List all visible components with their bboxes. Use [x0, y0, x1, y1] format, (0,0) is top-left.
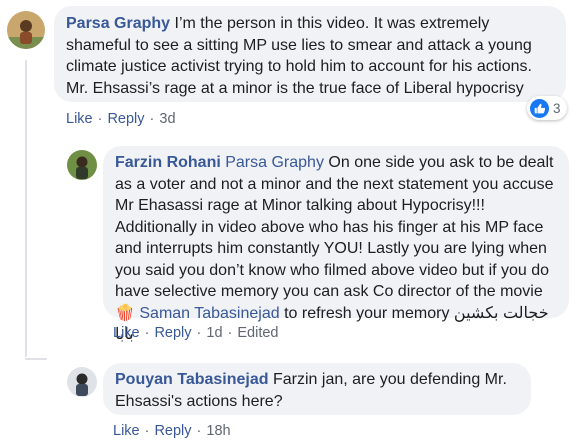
comment-actions: Like · Reply · 18h	[113, 423, 231, 439]
comment-bubble: Parsa Graphy I’m the person in this vide…	[54, 6, 566, 102]
mention-link[interactable]: Saman Tabasinejad	[139, 305, 279, 322]
thread-line-branch	[25, 358, 47, 360]
reply-button[interactable]: Reply	[154, 423, 191, 439]
comment-bubble: Pouyan Tabasinejad Farzin jan, are you d…	[103, 363, 531, 415]
avatar-image	[67, 367, 97, 397]
thumbs-up-icon	[530, 98, 549, 118]
comment-actions: Like · Reply · 1d · Edited	[113, 325, 279, 341]
comment-bubble: Farzin Rohani Parsa Graphy On one side y…	[103, 146, 569, 343]
avatar[interactable]	[67, 367, 97, 397]
avatar-image	[7, 11, 45, 49]
reply-button[interactable]: Reply	[107, 111, 144, 127]
reaction-count: 3	[553, 100, 561, 116]
like-button[interactable]: Like	[113, 423, 140, 439]
comment-actions: Like · Reply · 3d	[66, 111, 176, 127]
avatar[interactable]	[67, 150, 97, 180]
comment-author[interactable]: Pouyan Tabasinejad	[115, 371, 269, 388]
edited-label[interactable]: Edited	[237, 325, 278, 341]
popcorn-emoji: 🍿	[115, 304, 135, 322]
comment-timestamp[interactable]: 3d	[159, 111, 175, 127]
like-button[interactable]: Like	[66, 111, 93, 127]
comment-text-continued: to refresh your memory	[284, 304, 450, 322]
comment-text: On one side you ask to be dealt as a vot…	[115, 154, 554, 300]
avatar-image	[67, 150, 97, 180]
mention-link[interactable]: Parsa Graphy	[225, 154, 324, 171]
thread-line	[25, 60, 27, 357]
reply-button[interactable]: Reply	[154, 325, 191, 341]
comment-timestamp[interactable]: 1d	[206, 325, 222, 341]
avatar[interactable]	[7, 11, 45, 49]
like-button[interactable]: Like	[113, 325, 140, 341]
reaction-count-badge[interactable]: 3	[527, 96, 567, 120]
comment-author[interactable]: Parsa Graphy	[66, 15, 170, 32]
comment-author[interactable]: Farzin Rohani	[115, 154, 221, 171]
comment-timestamp[interactable]: 18h	[206, 423, 230, 439]
